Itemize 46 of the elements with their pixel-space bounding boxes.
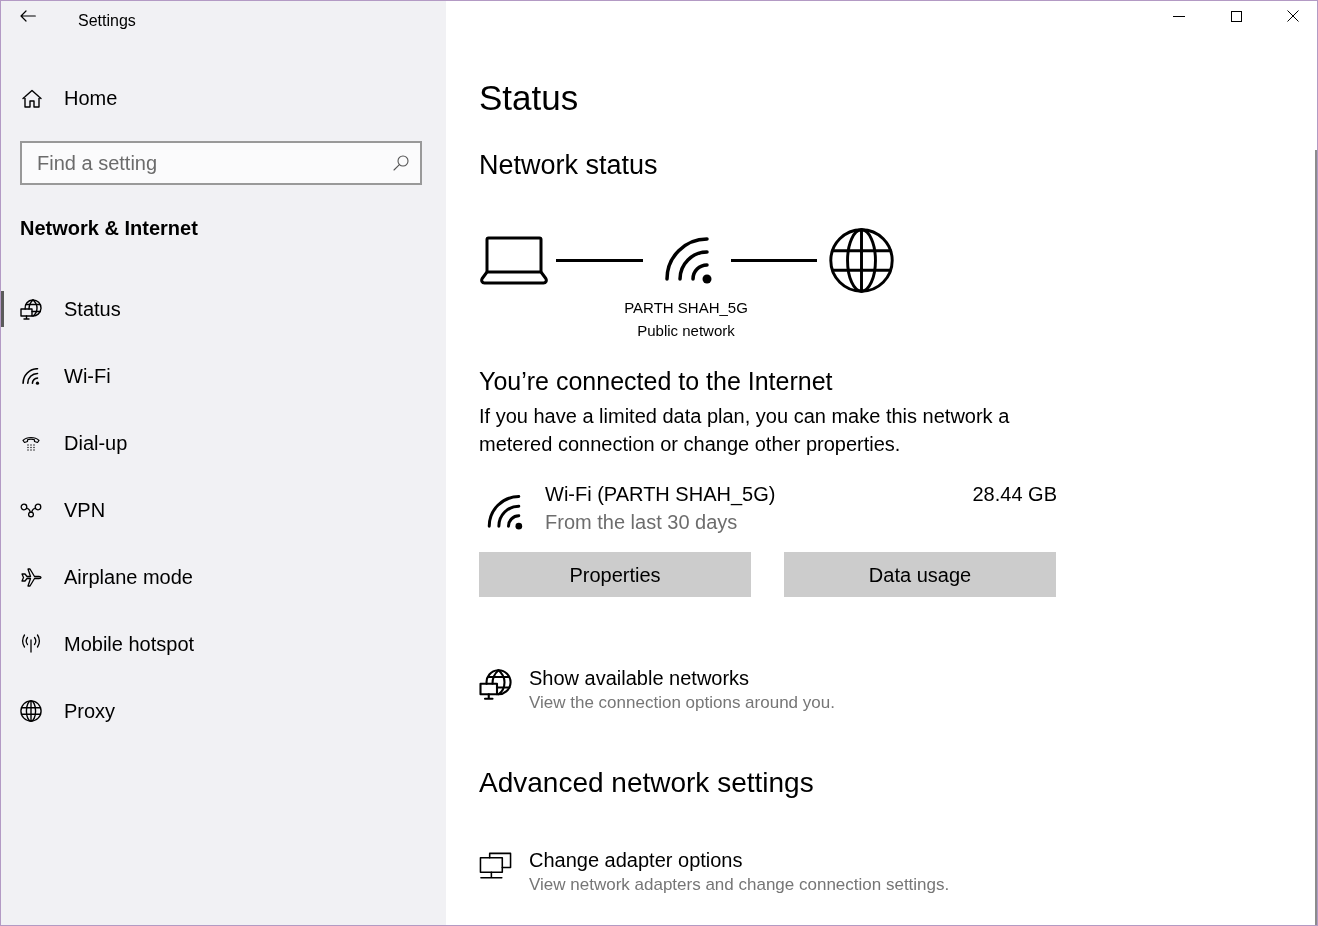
link-description: View the connection options around you. <box>529 692 835 714</box>
usage-network-name: Wi-Fi (PARTH SHAH_5G) <box>545 482 776 508</box>
wifi-icon <box>664 237 714 284</box>
settings-link[interactable]: Show available networks <box>529 665 750 691</box>
scrollbar-thumb[interactable] <box>1315 150 1317 925</box>
nav-item[interactable]: Status <box>1 291 131 327</box>
home-button[interactable]: Home <box>20 78 128 118</box>
airplane-icon <box>20 566 42 588</box>
nav-item[interactable]: Mobile hotspot <box>1 626 205 662</box>
globe-monitor-icon <box>20 298 42 320</box>
link-description: View network adapters and change connection settings. <box>529 874 950 896</box>
section-heading: Advanced network settings <box>479 766 814 800</box>
usage-amount: 28.44 GB <box>972 482 1057 507</box>
search-icon <box>393 155 409 171</box>
wifi-icon <box>487 495 524 530</box>
connection-heading: You’re connected to the Internet <box>479 366 833 397</box>
globe-icon <box>828 227 895 294</box>
search-field[interactable]: Find a setting <box>20 141 422 185</box>
action-button[interactable]: Data usage <box>784 552 1056 597</box>
nav-item[interactable]: Proxy <box>1 693 126 729</box>
antenna-icon <box>20 634 42 654</box>
connection-description: If you have a limited data plan, you can make this network a metered connection or change other properties. <box>479 404 1011 457</box>
section-heading: Network status <box>479 149 658 182</box>
action-button[interactable]: Properties <box>479 552 751 597</box>
linked-circles-icon <box>20 502 42 518</box>
nav-item[interactable]: Wi-Fi <box>1 358 121 394</box>
network-type: Public network <box>637 321 735 341</box>
globe-monitor-icon <box>479 668 512 701</box>
nav-item[interactable]: Airplane mode <box>1 559 203 595</box>
back-arrow-icon <box>20 10 36 22</box>
phone-icon <box>21 434 41 452</box>
section-title: Network & Internet <box>20 216 198 241</box>
close-icon <box>1287 10 1299 22</box>
settings-link[interactable]: Change adapter options <box>529 847 743 873</box>
page-title: Status <box>479 77 579 119</box>
maximize-icon <box>1230 10 1242 22</box>
minimize-icon <box>1173 15 1185 17</box>
globe-icon <box>20 700 42 722</box>
window-title: Settings <box>78 11 136 31</box>
nav-item[interactable]: Dial-up <box>1 425 138 461</box>
usage-period: From the last 30 days <box>545 510 738 535</box>
network-name: PARTH SHAH_5G <box>624 298 748 318</box>
home-icon <box>22 88 42 108</box>
nav-item[interactable]: VPN <box>1 492 116 528</box>
laptop-icon <box>480 236 548 285</box>
wifi-icon <box>22 367 40 385</box>
